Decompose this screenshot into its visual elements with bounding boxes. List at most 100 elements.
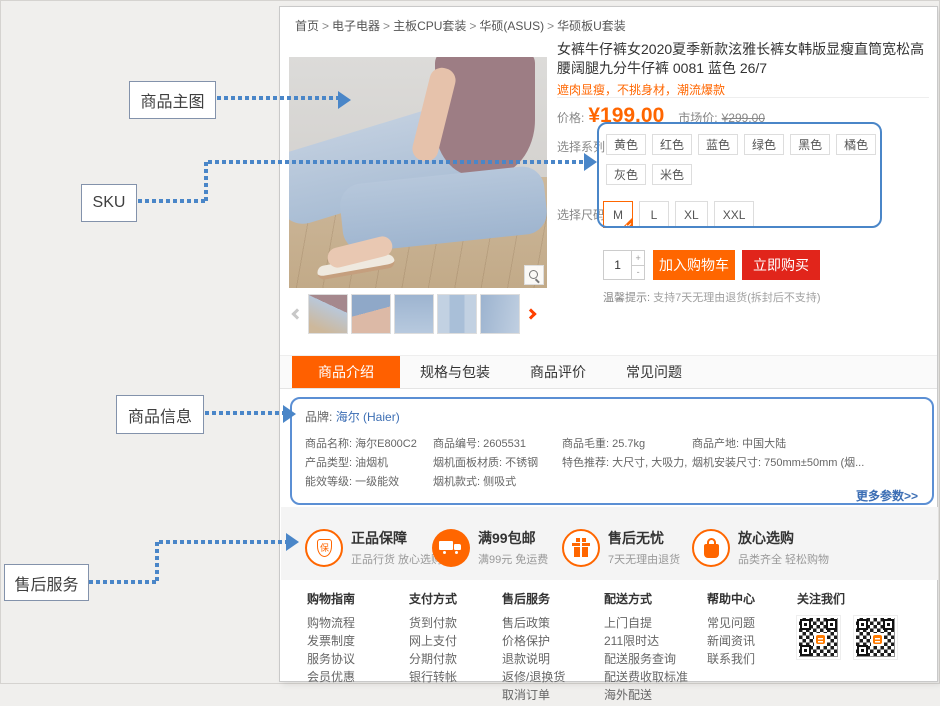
breadcrumb-separator: > (547, 19, 554, 33)
tab-item[interactable]: 常见问题 (606, 356, 702, 388)
footer-link[interactable]: 网上支付 (409, 634, 457, 648)
footer-link[interactable]: 价格保护 (502, 634, 565, 648)
more-params-link[interactable]: 更多参数>> (856, 487, 918, 504)
product-thumbnail[interactable] (480, 294, 520, 334)
footer-link[interactable]: 上门自提 (604, 616, 688, 630)
gift-icon (562, 529, 600, 567)
service-title: 售后无忧 (608, 528, 680, 548)
breadcrumb-item[interactable]: 主板CPU套装 (393, 19, 466, 33)
arrowhead-icon (283, 405, 296, 423)
thumbnail-strip (308, 294, 520, 334)
breadcrumb-separator: > (322, 19, 329, 33)
breadcrumb-item[interactable]: 华硕(ASUS) (479, 19, 544, 33)
info-cell: 商品毛重: 25.7kg (562, 435, 689, 451)
info-cell: 产品类型: 油烟机 (305, 454, 430, 470)
annotation-arrow-main-image (217, 96, 338, 100)
service-item: 放心选购品类齐全 轻松购物 (692, 528, 829, 567)
footer-link[interactable]: 服务协议 (307, 652, 355, 666)
brand-label: 品牌: (305, 410, 332, 424)
footer-link[interactable]: 售后政策 (502, 616, 565, 630)
qr-code (797, 616, 840, 659)
footer-link[interactable]: 配送服务查询 (604, 652, 688, 666)
arrowhead-icon (338, 91, 351, 109)
footer-link[interactable]: 取消订单 (502, 688, 565, 702)
annotation-label-after-sale: 售后服务 (4, 564, 89, 601)
arrowhead-icon (584, 153, 597, 171)
footer-column: 购物指南购物流程发票制度服务协议会员优惠 (307, 590, 355, 688)
footer-link[interactable]: 返修/退换货 (502, 670, 565, 684)
footer-link[interactable]: 银行转帐 (409, 670, 457, 684)
footer-link[interactable]: 联系我们 (707, 652, 755, 666)
product-thumbnail[interactable] (394, 294, 434, 334)
footer-column-title: 帮助中心 (707, 590, 755, 607)
product-title: 女裤牛仔裤女2020夏季新款泫雅长裤女韩版显瘦直筒宽松高腰阔腿九分牛仔裤 008… (557, 40, 937, 78)
footer-column: 售后服务售后政策价格保护退款说明返修/退换货取消订单 (502, 590, 565, 706)
footer-column-title: 售后服务 (502, 590, 565, 607)
service-item: 保正品保障正品行货 放心选购 (305, 528, 442, 567)
annotation-arrow-after-sale (155, 542, 159, 584)
annotation-arrow-after-sale (89, 580, 157, 584)
footer-link[interactable]: 购物流程 (307, 616, 355, 630)
brand-link[interactable]: 海尔 (Haier) (336, 410, 400, 424)
product-thumbnail[interactable] (437, 294, 477, 334)
quantity-input[interactable]: 1 (604, 251, 631, 279)
tab-active[interactable]: 商品介绍 (292, 356, 400, 388)
image-zoom-button[interactable] (524, 265, 544, 285)
service-texts: 放心选购品类齐全 轻松购物 (738, 528, 829, 567)
truck-icon (432, 529, 470, 567)
sku-highlight-box (597, 122, 882, 228)
magnifier-icon (529, 270, 538, 279)
footer-link[interactable]: 海外配送 (604, 688, 688, 702)
tip-label: 温馨提示: (603, 292, 650, 304)
chevron-right-icon (525, 308, 536, 319)
product-promo-text: 遮肉显瘦，不挑身材，潮流爆款 (557, 81, 725, 98)
add-to-cart-button[interactable]: 加入购物车 (653, 250, 735, 280)
footer-link[interactable]: 配送费收取标准 (604, 670, 688, 684)
annotation-label-product-info: 商品信息 (116, 395, 204, 434)
footer-link[interactable]: 货到付款 (409, 616, 457, 630)
footer-column-title: 支付方式 (409, 590, 457, 607)
annotation-label-main-image: 商品主图 (129, 81, 216, 119)
info-cell: 烟机安装尺寸: 750mm±50mm (烟... (692, 454, 924, 470)
service-desc: 正品行货 放心选购 (351, 551, 442, 567)
buy-now-button[interactable]: 立即购买 (742, 250, 820, 280)
breadcrumb-item[interactable]: 华硕板U套装 (557, 19, 626, 33)
footer-follow-us: 关注我们 (797, 590, 897, 659)
info-cell: 特色推荐: 大尺寸, 大吸力, 静音... (562, 454, 689, 470)
footer-link[interactable]: 退款说明 (502, 652, 565, 666)
quantity-stepper: 1 + - (603, 250, 645, 280)
service-texts: 满99包邮满99元 免运费 (478, 528, 548, 567)
footer-link[interactable]: 211限时达 (604, 634, 688, 648)
quantity-decrease-button[interactable]: - (632, 266, 644, 280)
service-desc: 7天无理由退货 (608, 551, 680, 567)
footer-column: 支付方式货到付款网上支付分期付款银行转帐 (409, 590, 457, 688)
arrowhead-icon (286, 533, 299, 551)
footer-link[interactable]: 新闻资讯 (707, 634, 755, 648)
qr-code (854, 616, 897, 659)
prev-thumb-button[interactable] (289, 304, 305, 324)
tab-item[interactable]: 规格与包装 (400, 356, 510, 388)
footer-link[interactable]: 会员优惠 (307, 670, 355, 684)
divider (557, 97, 929, 98)
footer-link[interactable]: 常见问题 (707, 616, 755, 630)
service-guarantee-band: 保正品保障正品行货 放心选购满99包邮满99元 免运费 售后无忧 7天无理由退货 放心… (281, 507, 938, 580)
breadcrumb: 首页>电子电器>主板CPU套装>华硕(ASUS)>华硕板U套装 (295, 17, 629, 34)
footer-link[interactable]: 发票制度 (307, 634, 355, 648)
shield-icon: 保 (305, 529, 343, 567)
footer-column-title: 配送方式 (604, 590, 688, 607)
service-item: 满99包邮满99元 免运费 (432, 528, 548, 567)
chevron-left-icon (291, 308, 302, 319)
next-thumb-button[interactable] (523, 304, 539, 324)
tab-item[interactable]: 商品评价 (510, 356, 606, 388)
product-thumbnail[interactable] (308, 294, 348, 334)
service-texts: 正品保障正品行货 放心选购 (351, 528, 442, 567)
info-cell: 能效等级: 一级能效 (305, 473, 430, 489)
product-thumbnail[interactable] (351, 294, 391, 334)
breadcrumb-item[interactable]: 电子电器 (332, 19, 380, 33)
breadcrumb-item[interactable]: 首页 (295, 19, 319, 33)
breadcrumb-separator: > (383, 19, 390, 33)
footer-link[interactable]: 分期付款 (409, 652, 457, 666)
brand-line: 品牌: 海尔 (Haier) (305, 408, 400, 425)
quantity-increase-button[interactable]: + (632, 251, 644, 266)
info-cell: 烟机款式: 侧吸式 (433, 473, 559, 489)
